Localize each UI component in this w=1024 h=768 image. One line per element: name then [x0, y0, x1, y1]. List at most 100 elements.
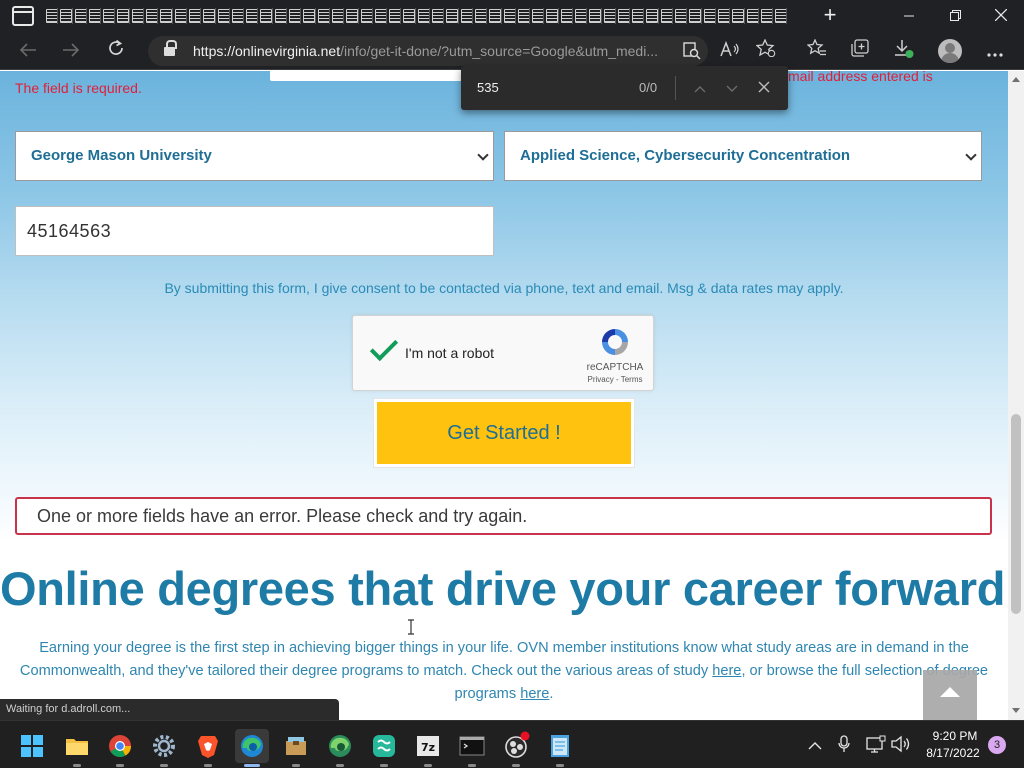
tab[interactable] [187, 4, 202, 28]
tab[interactable] [44, 4, 59, 28]
refresh-button[interactable] [103, 39, 129, 63]
tab[interactable] [101, 4, 116, 28]
tab[interactable] [273, 4, 288, 28]
restore-button[interactable] [932, 0, 978, 32]
tab[interactable] [730, 4, 745, 28]
volume-icon[interactable] [891, 735, 911, 758]
scroll-to-top-button[interactable] [923, 670, 977, 720]
recaptcha-checkbox-checkmark-icon[interactable] [371, 340, 399, 360]
tab[interactable] [430, 4, 445, 28]
obs-taskbar-button[interactable] [499, 729, 533, 767]
degree-programs-link[interactable]: here [520, 686, 549, 702]
tab[interactable] [573, 4, 588, 28]
tab[interactable] [502, 4, 517, 28]
recaptcha-privacy-terms-link[interactable]: Privacy - Terms [579, 375, 651, 384]
tab[interactable] [702, 4, 717, 28]
tab[interactable] [630, 4, 645, 28]
university-select[interactable]: George Mason University [15, 131, 494, 181]
tab[interactable] [244, 4, 259, 28]
tab[interactable] [759, 4, 774, 28]
terminal-taskbar-button[interactable] [455, 729, 489, 767]
tab[interactable] [473, 4, 488, 28]
tab[interactable] [416, 4, 431, 28]
tab[interactable] [173, 4, 188, 28]
notepad-taskbar-button[interactable] [543, 729, 577, 767]
add-favorite-button[interactable] [753, 38, 779, 63]
tab[interactable] [130, 4, 145, 28]
find-close-button[interactable] [754, 78, 774, 98]
clock-time[interactable]: 9:20 PM [922, 729, 988, 743]
lock-icon[interactable] [164, 40, 177, 57]
tab[interactable] [287, 4, 302, 28]
network-icon[interactable] [866, 735, 886, 758]
tab[interactable] [316, 4, 331, 28]
phone-input[interactable]: 45164563 [15, 206, 494, 256]
tab[interactable] [87, 4, 102, 28]
scroll-down-arrow-icon[interactable] [1012, 708, 1020, 713]
tab[interactable] [687, 4, 702, 28]
minimize-button[interactable] [886, 0, 932, 32]
new-tab-button[interactable]: + [818, 4, 842, 28]
edge-dev-taskbar-button[interactable] [323, 729, 357, 767]
forward-button[interactable] [58, 39, 84, 63]
tab[interactable] [301, 4, 316, 28]
tab[interactable] [201, 4, 216, 28]
find-input[interactable]: 535 [477, 80, 499, 95]
tab[interactable] [516, 4, 531, 28]
tab[interactable] [716, 4, 731, 28]
file-explorer-taskbar-button[interactable] [60, 729, 94, 767]
tab[interactable] [487, 4, 502, 28]
scroll-thumb[interactable] [1011, 414, 1021, 614]
tab[interactable] [359, 4, 374, 28]
tab[interactable] [773, 4, 788, 28]
address-bar[interactable]: https://onlinevirginia.net/info/get-it-d… [148, 36, 708, 66]
close-window-button[interactable] [978, 0, 1024, 32]
tab-actions-menu-icon[interactable] [12, 6, 34, 26]
tab[interactable] [115, 4, 131, 28]
url-text[interactable]: https://onlinevirginia.net/info/get-it-d… [193, 43, 673, 59]
tab[interactable] [144, 4, 159, 28]
tab[interactable] [330, 4, 345, 28]
tab[interactable] [58, 4, 73, 28]
tab[interactable] [459, 4, 474, 28]
areas-of-study-link[interactable]: here [712, 663, 741, 679]
get-started-button[interactable]: Get Started ! [374, 399, 634, 467]
tab[interactable] [387, 4, 402, 28]
show-hidden-icons-chevron-up-icon[interactable] [808, 738, 822, 756]
tab[interactable] [544, 4, 559, 28]
read-aloud-button[interactable] [717, 39, 743, 63]
tab[interactable] [559, 4, 574, 28]
tab[interactable] [530, 4, 545, 28]
profile-avatar[interactable] [938, 39, 962, 63]
program-select[interactable]: Applied Science, Cybersecurity Concentra… [504, 131, 982, 181]
collections-button[interactable] [847, 39, 873, 63]
microphone-icon[interactable] [838, 735, 850, 758]
notification-badge[interactable]: 3 [988, 736, 1006, 754]
7zip-taskbar-button[interactable]: 7z [411, 729, 445, 767]
page-scrollbar[interactable] [1008, 71, 1024, 720]
tab[interactable] [673, 4, 688, 28]
clock-date[interactable]: 8/17/2022 [918, 746, 988, 760]
tab[interactable] [373, 4, 388, 28]
tab[interactable] [659, 4, 674, 28]
tab[interactable] [230, 4, 245, 28]
settings-menu-button[interactable] [982, 39, 1008, 63]
scroll-up-arrow-icon[interactable] [1012, 77, 1020, 82]
tab[interactable] [401, 4, 417, 28]
favorites-button[interactable] [804, 38, 830, 63]
chrome-taskbar-button[interactable] [103, 729, 137, 767]
search-in-page-icon[interactable] [683, 42, 701, 65]
tab[interactable] [216, 4, 231, 28]
find-previous-button[interactable] [690, 78, 710, 98]
tab[interactable] [344, 4, 359, 28]
start-button[interactable] [15, 729, 49, 763]
settings-taskbar-button[interactable] [147, 729, 181, 767]
downloads-button[interactable] [891, 39, 917, 63]
edge-taskbar-button[interactable] [235, 729, 269, 767]
tab[interactable] [587, 4, 602, 28]
archive-app-taskbar-button[interactable] [279, 729, 313, 767]
tab[interactable] [158, 4, 173, 28]
find-next-button[interactable] [722, 78, 742, 98]
back-button[interactable] [15, 39, 41, 63]
tab[interactable] [73, 4, 88, 28]
